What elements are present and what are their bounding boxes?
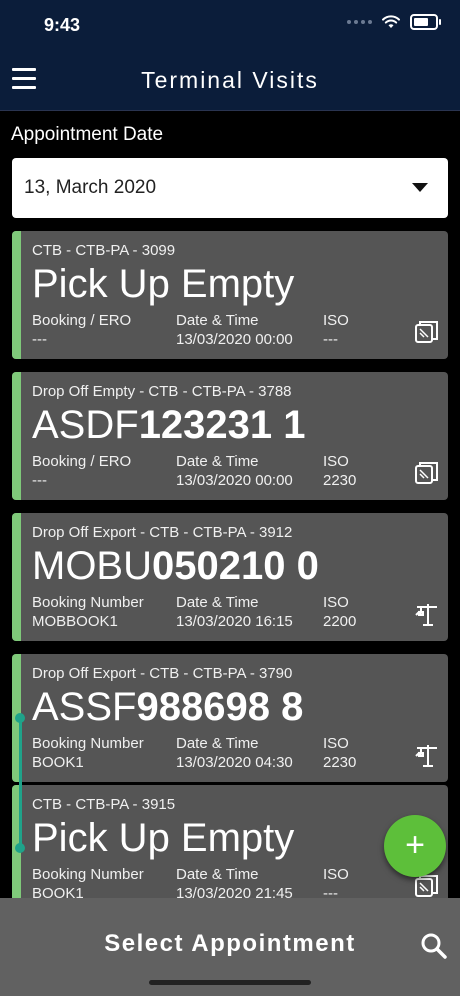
appointment-date-select[interactable]: 13, March 2020 — [12, 158, 448, 218]
home-indicator — [149, 980, 311, 985]
cellular-signal-icon — [347, 20, 372, 24]
card-header: Drop Off Export - CTB - CTB-PA - 3912 — [32, 524, 293, 541]
appointment-list: CTB - CTB-PA - 3099 Pick Up Empty Bookin… — [12, 231, 448, 926]
timeline-dot — [15, 713, 25, 723]
card-title: Pick Up Empty — [32, 262, 295, 306]
container-icon — [415, 875, 438, 897]
card-datetime: Date & Time 13/03/2020 00:00 — [176, 312, 293, 348]
status-icons — [347, 14, 441, 30]
appointment-card[interactable]: CTB - CTB-PA - 3915 Pick Up Empty Bookin… — [12, 785, 448, 913]
chevron-down-icon — [412, 183, 428, 192]
card-iso: ISO 2230 — [323, 453, 357, 489]
timeline-dot — [15, 843, 25, 853]
card-booking: Booking Number MOBBOOK1 — [32, 594, 144, 630]
card-booking: Booking / ERO --- — [32, 312, 132, 348]
card-iso: ISO 2200 — [323, 594, 357, 630]
card-title: ASDF123231 1 — [32, 403, 306, 447]
appointment-card[interactable]: Drop Off Export - CTB - CTB-PA - 3790 AS… — [12, 654, 448, 782]
card-title: ASSF988698 8 — [32, 685, 304, 729]
card-accent — [12, 513, 21, 641]
card-header: Drop Off Empty - CTB - CTB-PA - 3788 — [32, 383, 292, 400]
card-header: CTB - CTB-PA - 3915 — [32, 796, 176, 813]
card-title: Pick Up Empty — [32, 816, 295, 860]
card-header: Drop Off Export - CTB - CTB-PA - 3790 — [32, 665, 293, 682]
card-iso: ISO --- — [323, 312, 349, 348]
card-iso: ISO 2230 — [323, 735, 357, 771]
card-booking: Booking / ERO --- — [32, 453, 132, 489]
card-booking: Booking Number BOOK1 — [32, 735, 144, 771]
battery-icon — [410, 14, 441, 30]
card-accent — [12, 372, 21, 500]
status-time: 9:43 — [44, 15, 81, 35]
card-datetime: Date & Time 13/03/2020 16:15 — [176, 594, 293, 630]
nav-bar: Terminal Visits — [0, 50, 460, 111]
timeline-connector — [19, 718, 22, 849]
search-icon[interactable] — [420, 932, 448, 960]
appointment-card[interactable]: Drop Off Export - CTB - CTB-PA - 3912 MO… — [12, 513, 448, 641]
appointment-card[interactable]: CTB - CTB-PA - 3099 Pick Up Empty Bookin… — [12, 231, 448, 359]
select-appointment-button[interactable]: Select Appointment — [0, 930, 460, 958]
appointment-date-value: 13, March 2020 — [24, 177, 157, 198]
crane-icon — [415, 604, 437, 626]
page-title: Terminal Visits — [141, 67, 319, 93]
crane-icon — [415, 745, 437, 767]
appointment-date-label: Appointment Date — [11, 124, 164, 145]
status-bar: 9:43 — [0, 0, 460, 50]
card-datetime: Date & Time 13/03/2020 00:00 — [176, 453, 293, 489]
card-header: CTB - CTB-PA - 3099 — [32, 242, 176, 259]
container-icon — [415, 321, 438, 343]
card-title: MOBU050210 0 — [32, 544, 319, 588]
wifi-icon — [382, 15, 400, 28]
card-accent — [12, 231, 21, 359]
appointment-card[interactable]: Drop Off Empty - CTB - CTB-PA - 3788 ASD… — [12, 372, 448, 500]
add-appointment-button[interactable]: + — [384, 815, 446, 877]
container-icon — [415, 462, 438, 484]
card-datetime: Date & Time 13/03/2020 04:30 — [176, 735, 293, 771]
